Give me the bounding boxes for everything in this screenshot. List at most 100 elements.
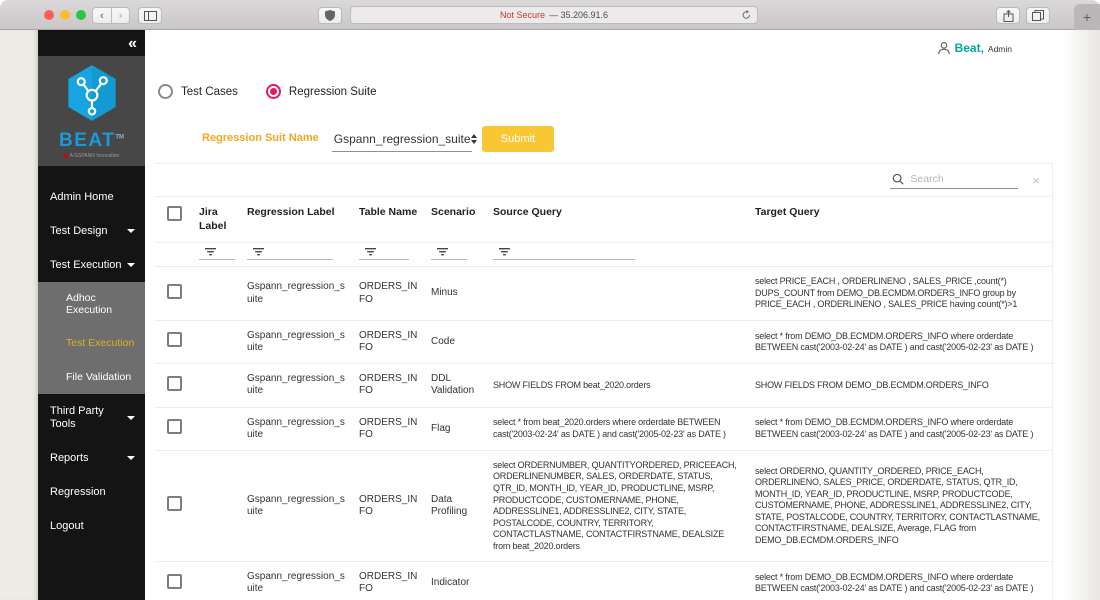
forward-button[interactable]: › <box>111 7 130 24</box>
radio-regression-suite[interactable]: Regression Suite <box>266 84 377 99</box>
nav-buttons: ‹ › <box>92 7 130 24</box>
sidebar-item-reports[interactable]: Reports <box>38 441 145 475</box>
share-button[interactable] <box>996 7 1020 24</box>
main-content: Beat, Admin Test Cases Regression Suite … <box>145 30 1100 600</box>
radio-circle-icon <box>266 84 281 99</box>
table-row: Gspann_regression_suite ORDERS_INFO Flag… <box>155 407 1052 450</box>
cell-scenario: Minus <box>427 267 489 321</box>
radio-circle-icon <box>158 84 173 99</box>
row-checkbox[interactable] <box>167 332 182 347</box>
browser-sidebar-toggle-button[interactable] <box>138 7 162 24</box>
reload-icon[interactable] <box>742 10 751 23</box>
row-checkbox[interactable] <box>167 419 182 434</box>
sidebar-collapse-icon[interactable]: « <box>128 35 135 52</box>
window-close-button[interactable] <box>44 10 54 20</box>
search-box[interactable] <box>890 171 1018 189</box>
cell-jira-label <box>195 364 243 407</box>
regression-suite-select[interactable]: Gspann_regression_suite <box>332 128 472 152</box>
gspann-dot-icon <box>64 154 68 158</box>
logo-tm: TM <box>115 135 124 141</box>
address-bar[interactable]: Not Secure — 35.206.91.6 <box>350 6 758 24</box>
cell-target-query: select PRICE_EACH , ORDERLINENO , SALES_… <box>751 267 1052 321</box>
cell-regression-label: Gspann_regression_suite <box>243 320 355 363</box>
cell-source-query <box>489 267 751 321</box>
cell-regression-label: Gspann_regression_suite <box>243 407 355 450</box>
cell-source-query <box>489 320 751 363</box>
cell-scenario: Code <box>427 320 489 363</box>
sidebar-menu: Admin Home Test Design Test Execution Ad… <box>38 166 145 543</box>
regression-table: Jira Label Regression Label Table Name S… <box>155 196 1052 600</box>
filter-icon <box>365 248 376 256</box>
row-checkbox[interactable] <box>167 376 182 391</box>
cell-scenario: DDL Validation <box>427 364 489 407</box>
sidebar-item-logout[interactable]: Logout <box>38 509 145 543</box>
search-row: × <box>155 164 1052 196</box>
filter-icon <box>499 248 510 256</box>
col-header-source-query: Source Query <box>489 197 751 243</box>
page-body: « BEATTM A GSPANN Innovation Adm <box>0 30 1100 600</box>
submenu-item-file-validation[interactable]: File Validation <box>38 361 145 395</box>
suite-name-label: Regression Suit Name <box>202 132 319 152</box>
window-minimize-button[interactable] <box>60 10 70 20</box>
not-secure-label: Not Secure <box>500 10 545 20</box>
sidebar-item-test-design[interactable]: Test Design <box>38 214 145 248</box>
tabs-icon <box>1032 10 1044 21</box>
cell-target-query: select ORDERNO, QUANTITY_ORDERED, PRICE_… <box>751 450 1052 561</box>
col-header-scenario: Scenario <box>427 197 489 243</box>
search-icon <box>892 173 904 185</box>
sidebar-item-regression[interactable]: Regression <box>38 475 145 509</box>
filter-icon <box>253 248 264 256</box>
search-input[interactable] <box>910 173 1010 185</box>
cell-regression-label: Gspann_regression_suite <box>243 562 355 600</box>
submit-button[interactable]: Submit <box>482 126 554 152</box>
logo-panel: BEATTM A GSPANN Innovation <box>38 56 145 166</box>
sidebar-item-admin-home[interactable]: Admin Home <box>38 180 145 214</box>
back-button[interactable]: ‹ <box>92 7 111 24</box>
table-row: Gspann_regression_suite ORDERS_INFO Minu… <box>155 267 1052 321</box>
new-tab-button[interactable]: + <box>1074 4 1100 30</box>
table-row: Gspann_regression_suite ORDERS_INFO DDL … <box>155 364 1052 407</box>
window-zoom-button[interactable] <box>76 10 86 20</box>
filter-input-jira-label[interactable] <box>199 247 235 260</box>
filter-input-source-query[interactable] <box>493 247 635 260</box>
page-left-margin <box>0 30 38 600</box>
regression-suite-form: Regression Suit Name Gspann_regression_s… <box>202 126 554 152</box>
row-checkbox[interactable] <box>167 284 182 299</box>
filter-input-table-name[interactable] <box>359 247 409 260</box>
filter-icon <box>205 248 216 256</box>
submenu-item-adhoc-execution[interactable]: Adhoc Execution <box>38 282 145 327</box>
search-clear-icon[interactable]: × <box>1032 173 1040 188</box>
sidebar: « BEATTM A GSPANN Innovation Adm <box>38 30 145 600</box>
test-execution-submenu: Adhoc Execution Test Execution File Vali… <box>38 282 145 394</box>
user-role: Admin <box>988 44 1012 54</box>
select-all-checkbox[interactable] <box>167 206 182 221</box>
caret-down-icon <box>127 229 135 233</box>
cell-target-query: select * from DEMO_DB.ECMDM.ORDERS_INFO … <box>751 407 1052 450</box>
shield-icon <box>325 10 335 21</box>
sidebar-item-test-execution[interactable]: Test Execution <box>38 248 145 282</box>
tab-overview-button[interactable] <box>1026 7 1050 24</box>
col-header-target-query: Target Query <box>751 197 1052 243</box>
sidebar-toggle-icon <box>144 11 157 21</box>
filter-icon <box>437 248 448 256</box>
cell-source-query: select ORDERNUMBER, QUANTITYORDERED, PRI… <box>489 450 751 561</box>
user-chip[interactable]: Beat, Admin <box>937 41 1012 55</box>
cell-target-query: select * from DEMO_DB.ECMDM.ORDERS_INFO … <box>751 562 1052 600</box>
right-edge-fade <box>1062 30 1100 600</box>
filter-input-scenario[interactable] <box>431 247 467 260</box>
cell-table-name: ORDERS_INFO <box>355 450 427 561</box>
cell-scenario: Data Profiling <box>427 450 489 561</box>
filter-input-regression-label[interactable] <box>247 247 333 260</box>
row-checkbox[interactable] <box>167 574 182 589</box>
caret-down-icon <box>127 263 135 267</box>
cell-source-query: SHOW FIELDS FROM beat_2020.orders <box>489 364 751 407</box>
row-checkbox[interactable] <box>167 496 182 511</box>
privacy-shield-button[interactable] <box>318 7 342 24</box>
sidebar-item-third-party-tools[interactable]: Third Party Tools <box>38 394 145 440</box>
submenu-item-test-execution[interactable]: Test Execution <box>38 327 145 361</box>
col-header-jira-label: Jira Label <box>195 197 243 243</box>
caret-down-icon <box>127 456 135 460</box>
radio-test-cases[interactable]: Test Cases <box>158 84 238 99</box>
table-body: Gspann_regression_suite ORDERS_INFO Minu… <box>155 267 1052 600</box>
cell-scenario: Flag <box>427 407 489 450</box>
